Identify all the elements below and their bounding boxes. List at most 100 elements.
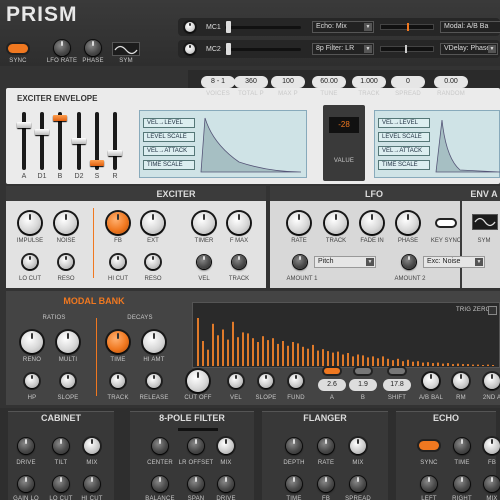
spectrum-bar[interactable] bbox=[472, 364, 474, 366]
fx-flanger-depth-knob[interactable] bbox=[286, 438, 302, 454]
mc2-slider[interactable] bbox=[225, 48, 301, 51]
fx-echo-time-knob[interactable] bbox=[454, 438, 470, 454]
spectrum-bar[interactable] bbox=[367, 357, 369, 366]
exciter-lo-cut-small-knob[interactable] bbox=[23, 255, 37, 269]
modal-slope-small-knob[interactable] bbox=[259, 374, 273, 388]
sym-wave-display[interactable] bbox=[112, 42, 140, 56]
envelope-slider-s-handle[interactable] bbox=[90, 159, 104, 166]
spectrum-bar[interactable] bbox=[407, 359, 409, 366]
fx-flanger-time-knob-2[interactable] bbox=[286, 476, 302, 492]
mc1-handle[interactable] bbox=[226, 21, 231, 33]
modal-reno-knob[interactable] bbox=[21, 331, 43, 353]
spectrum-bar[interactable] bbox=[442, 363, 444, 366]
spectrum-bar[interactable] bbox=[272, 338, 274, 366]
param-tune-value[interactable]: 60.00 bbox=[312, 76, 346, 88]
spectrum-bar[interactable] bbox=[302, 346, 304, 366]
spectrum-bar[interactable] bbox=[277, 343, 279, 366]
spectrum-bar[interactable] bbox=[342, 354, 344, 367]
spectrum-bar[interactable] bbox=[282, 341, 284, 366]
envelope-slider-d2-handle[interactable] bbox=[72, 138, 86, 145]
mc1-slider[interactable] bbox=[225, 26, 301, 29]
envelope-1-option-time-scale[interactable]: TIME SCALE bbox=[143, 160, 195, 170]
spectrum-bar[interactable] bbox=[257, 342, 259, 366]
modal-2nd-a-knob[interactable] bbox=[484, 373, 500, 389]
spectrum-bar[interactable] bbox=[317, 350, 319, 366]
envelope-1-option-vel-attack[interactable]: VEL→ATTACK bbox=[143, 146, 195, 156]
spectrum-bar[interactable] bbox=[327, 351, 329, 366]
envelope-2-option-time-scale[interactable]: TIME SCALE bbox=[378, 160, 430, 170]
envelope-2-option-level-scale[interactable]: LEVEL SCALE bbox=[378, 132, 430, 142]
modal-slope-small-knob[interactable] bbox=[61, 374, 75, 388]
sync-toggle[interactable] bbox=[8, 44, 28, 53]
lfo-amount-1-select[interactable]: Pitch ▼ bbox=[314, 256, 376, 268]
param-track-value[interactable]: 1.000 bbox=[352, 76, 386, 88]
spectrum-bar[interactable] bbox=[312, 344, 314, 366]
spectrum-bar[interactable] bbox=[437, 362, 439, 366]
envelope-slider-b-handle[interactable] bbox=[53, 114, 67, 121]
spectrum-bar[interactable] bbox=[397, 358, 399, 366]
mc2-mini-knob[interactable] bbox=[185, 44, 195, 54]
spectrum-bar[interactable] bbox=[387, 358, 389, 366]
macro-amount-2-bar[interactable] bbox=[380, 45, 434, 53]
mc1-mini-knob[interactable] bbox=[185, 22, 195, 32]
fx-flanger-spread-knob-2[interactable] bbox=[350, 476, 366, 492]
fx-cabinet-lo-cut-knob-2[interactable] bbox=[53, 476, 69, 492]
modal-a-b-bal-knob[interactable] bbox=[423, 373, 439, 389]
modal-fund-small-knob[interactable] bbox=[289, 374, 303, 388]
exciter-timer-knob[interactable] bbox=[193, 212, 215, 234]
param-spread-value[interactable]: 0 bbox=[391, 76, 425, 88]
param-max-p-value[interactable]: 100 bbox=[271, 76, 305, 88]
envelope-2-option-vel-level[interactable]: VEL→LEVEL bbox=[378, 118, 430, 128]
envelope-slider-a-track[interactable] bbox=[22, 112, 26, 170]
exciter-noise-knob[interactable] bbox=[55, 212, 77, 234]
fx-cabinet-hi-cut-knob-2[interactable] bbox=[84, 476, 100, 492]
fx-filter-center-knob[interactable] bbox=[152, 438, 168, 454]
fx-flanger-rate-knob[interactable] bbox=[318, 438, 334, 454]
spectrum-bar[interactable] bbox=[332, 352, 334, 366]
spectrum-bar[interactable] bbox=[412, 361, 414, 366]
spectrum-bar[interactable] bbox=[487, 364, 489, 366]
fx-filter-span-knob-2[interactable] bbox=[188, 476, 204, 492]
envelope-2-option-vel-attack[interactable]: VEL→ATTACK bbox=[378, 146, 430, 156]
fx-filter-mix-knob[interactable] bbox=[218, 438, 234, 454]
lfo-amount-1-knob[interactable] bbox=[293, 255, 307, 269]
param-total-p-value[interactable]: 360 bbox=[234, 76, 268, 88]
lfo-track-knob[interactable] bbox=[325, 212, 347, 234]
spectrum-bar[interactable] bbox=[222, 329, 224, 367]
spectrum-bar[interactable] bbox=[492, 365, 494, 366]
modal-shift-toggle[interactable] bbox=[389, 368, 405, 374]
modal-track-small-knob[interactable] bbox=[111, 374, 125, 388]
modal-b-value[interactable]: 1.9 bbox=[349, 379, 377, 391]
spectrum-bar[interactable] bbox=[352, 356, 354, 366]
fx-echo-fb-knob[interactable] bbox=[484, 438, 500, 454]
spectrum-bar[interactable] bbox=[307, 348, 309, 366]
spectrum-bar[interactable] bbox=[197, 318, 199, 366]
spectrum-bar[interactable] bbox=[337, 351, 339, 366]
trig-zero-toggle[interactable] bbox=[488, 306, 497, 315]
envelope-1-option-level-scale[interactable]: LEVEL SCALE bbox=[143, 132, 195, 142]
spectrum-bar[interactable] bbox=[457, 363, 459, 366]
envelope-slider-a-handle[interactable] bbox=[17, 122, 31, 129]
envelope-1-option-vel-level[interactable]: VEL→LEVEL bbox=[143, 118, 195, 128]
spectrum-bar[interactable] bbox=[372, 356, 374, 366]
fx-cabinet-gain-lo-knob-2[interactable] bbox=[18, 476, 34, 492]
modal-rm-knob[interactable] bbox=[453, 373, 469, 389]
spectrum-bar[interactable] bbox=[417, 361, 419, 366]
fx-cabinet-drive-knob[interactable] bbox=[18, 438, 34, 454]
lfo-sym-wave-display[interactable] bbox=[472, 214, 498, 230]
fx-flanger-fb-knob-2[interactable] bbox=[318, 476, 334, 492]
exciter-f-max-knob[interactable] bbox=[228, 212, 250, 234]
spectrum-bar[interactable] bbox=[432, 363, 434, 366]
modal-shift-value[interactable]: 17.8 bbox=[383, 379, 411, 391]
fx-cabinet-tilt-knob[interactable] bbox=[53, 438, 69, 454]
modal-vel-small-knob[interactable] bbox=[229, 374, 243, 388]
spectrum-bar[interactable] bbox=[247, 333, 249, 366]
modal-time-knob[interactable] bbox=[107, 331, 129, 353]
fx-echo-left-knob-2[interactable] bbox=[421, 476, 437, 492]
fx-filter-drive-knob-2[interactable] bbox=[218, 476, 234, 492]
spectrum-bar[interactable] bbox=[217, 335, 219, 366]
macro-amount-1-bar[interactable] bbox=[380, 23, 434, 31]
spectrum-bar[interactable] bbox=[242, 332, 244, 366]
spectrum-bar[interactable] bbox=[322, 349, 324, 366]
spectrum-bar[interactable] bbox=[402, 361, 404, 366]
